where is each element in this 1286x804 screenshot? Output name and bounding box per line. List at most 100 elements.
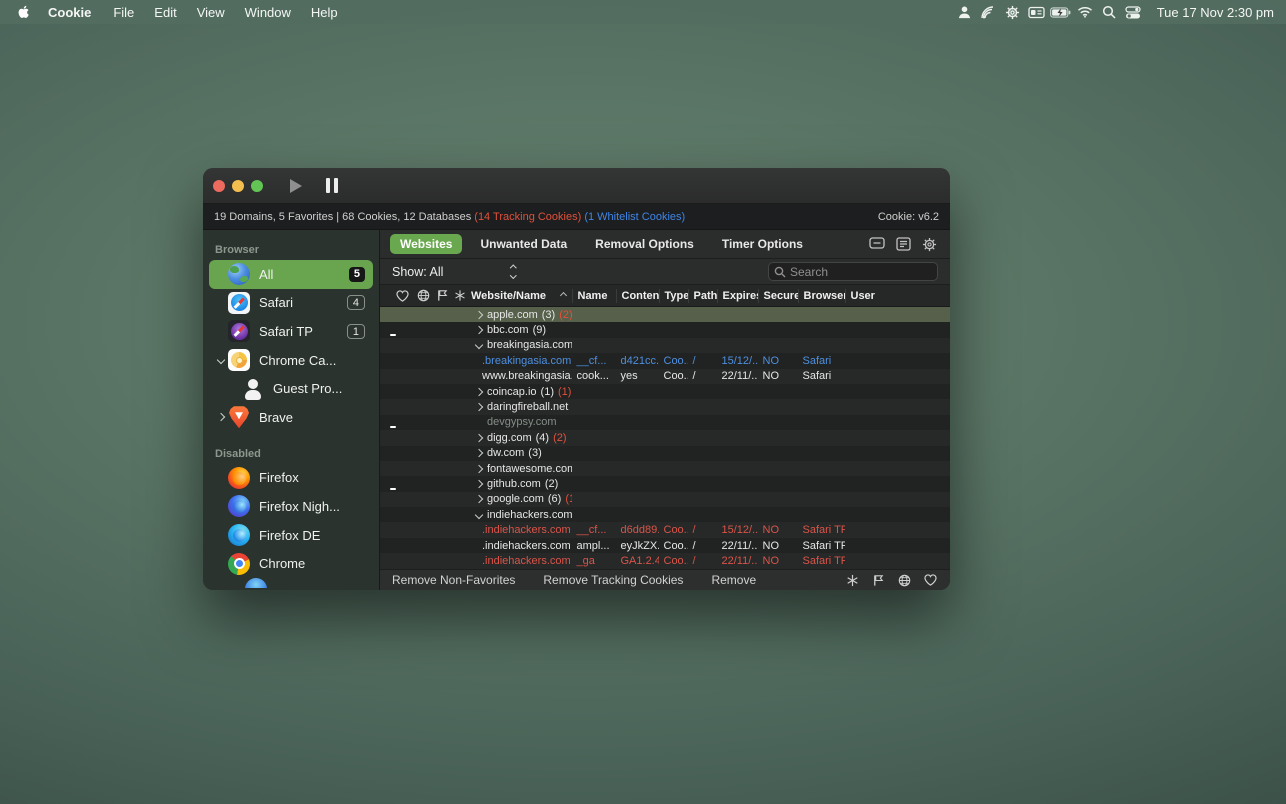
- column-header-path[interactable]: Path: [688, 289, 717, 303]
- show-filter-label[interactable]: Show: All: [392, 265, 443, 279]
- gear-icon[interactable]: [918, 235, 940, 253]
- domain-row-fontawesome-com[interactable]: fontawesome.com(1): [380, 461, 950, 476]
- control-center-icon[interactable]: [1121, 3, 1145, 21]
- chevron-right-icon[interactable]: [215, 414, 227, 420]
- domain-row-breakingasia-com[interactable]: breakingasia.com(2)(1): [380, 338, 950, 353]
- sidebar-item-safari[interactable]: Safari4: [209, 289, 373, 318]
- remove-non-favorites-button[interactable]: Remove Non-Favorites: [392, 573, 515, 587]
- show-filter-stepper[interactable]: [511, 266, 516, 277]
- snowflake-icon[interactable]: [844, 572, 860, 588]
- heart-icon[interactable]: [922, 572, 938, 588]
- sidebar-item-safari-tp[interactable]: Safari TP1: [209, 317, 373, 346]
- website-name-cell[interactable]: breakingasia.com(2)(1): [466, 339, 572, 351]
- menu-item-file[interactable]: File: [103, 5, 144, 20]
- sidebar-item-guest-pro-[interactable]: Guest Pro...: [209, 374, 373, 403]
- pause-button[interactable]: [326, 178, 338, 193]
- sidebar: BrowserAll5Safari4Safari TP1Chrome Ca...…: [203, 230, 380, 590]
- tab-removal-options[interactable]: Removal Options: [585, 234, 704, 254]
- search-icon[interactable]: [1097, 3, 1121, 21]
- domain-row-dw-com[interactable]: dw.com(3): [380, 446, 950, 461]
- column-header-contents[interactable]: Contents: [616, 289, 659, 303]
- domain-row-digg-com[interactable]: digg.com(4)(2): [380, 430, 950, 445]
- globe-icon[interactable]: [412, 285, 430, 306]
- battery-icon[interactable]: [1049, 3, 1073, 21]
- sidebar-item-label: Guest Pro...: [273, 381, 365, 396]
- flag-icon[interactable]: [430, 285, 449, 306]
- website-name-cell[interactable]: google.com(6)(1): [466, 493, 572, 505]
- domain-row-github-com[interactable]: github.com(2): [380, 476, 950, 491]
- website-name-cell[interactable]: daringfireball.net(1)(1): [466, 401, 572, 413]
- play-button[interactable]: [290, 179, 302, 193]
- sidebar-item-chrome[interactable]: Chrome: [209, 549, 373, 578]
- website-name-cell[interactable]: github.com(2): [466, 478, 572, 490]
- waves-icon[interactable]: [977, 3, 1001, 21]
- menu-item-view[interactable]: View: [187, 5, 235, 20]
- cookie-domain-cell[interactable]: www.breakingasia.com: [466, 370, 572, 382]
- tab-unwanted-data[interactable]: Unwanted Data: [470, 234, 577, 254]
- website-name-cell[interactable]: fontawesome.com(1): [466, 463, 572, 475]
- cookie-row--indiehackers-com[interactable]: .indiehackers.comampl...eyJkZX...Coo.../…: [380, 538, 950, 553]
- menu-item-window[interactable]: Window: [235, 5, 301, 20]
- apple-menu-icon[interactable]: [12, 4, 36, 20]
- message-icon[interactable]: [866, 235, 888, 253]
- column-header-website-name[interactable]: Website/Name: [466, 289, 572, 303]
- sidebar-item-firefox[interactable]: Firefox: [209, 464, 373, 493]
- domain-row-coincap-io[interactable]: coincap.io(1)(1): [380, 384, 950, 399]
- user-icon[interactable]: [953, 3, 977, 21]
- website-name-cell[interactable]: apple.com(3)(2): [466, 309, 572, 321]
- cookie-row--indiehackers-com[interactable]: .indiehackers.com_gaGA1.2.4...Coo.../22/…: [380, 553, 950, 568]
- menu-clock[interactable]: Tue 17 Nov 2:30 pm: [1157, 5, 1274, 20]
- domain-row-bbc-com[interactable]: bbc.com(9): [380, 322, 950, 337]
- column-header-name[interactable]: Name: [572, 289, 616, 303]
- cookie-row--breakingasia-com[interactable]: .breakingasia.com__cf...d421cc...Coo.../…: [380, 353, 950, 368]
- sidebar-item-firefox-de[interactable]: Firefox DE: [209, 521, 373, 550]
- close-window-button[interactable]: [213, 180, 225, 192]
- menu-item-help[interactable]: Help: [301, 5, 348, 20]
- chevron-down-icon[interactable]: [215, 357, 227, 363]
- domain-row-daringfireball-net[interactable]: daringfireball.net(1)(1): [380, 399, 950, 414]
- domain-row-indiehackers-com[interactable]: indiehackers.com(5)(2): [380, 507, 950, 522]
- remove-tracking-cookies-button[interactable]: Remove Tracking Cookies: [543, 573, 683, 587]
- menu-app-name[interactable]: Cookie: [38, 5, 101, 20]
- cookie-row--indiehackers-com[interactable]: .indiehackers.com__cf...d6dd89...Coo.../…: [380, 522, 950, 537]
- flag-icon[interactable]: [870, 572, 886, 588]
- domain-row-google-com[interactable]: google.com(6)(1): [380, 492, 950, 507]
- menu-item-edit[interactable]: Edit: [144, 5, 186, 20]
- wifi-icon[interactable]: [1073, 3, 1097, 21]
- cookie-domain-cell[interactable]: .indiehackers.com: [466, 524, 572, 536]
- cookie-domain-cell[interactable]: .indiehackers.com: [466, 555, 572, 567]
- sidebar-item-chrome-ca-[interactable]: Chrome Ca...: [209, 346, 373, 375]
- column-header-secure[interactable]: Secure: [758, 289, 798, 303]
- heart-icon[interactable]: [388, 285, 412, 306]
- column-header-type[interactable]: Type: [659, 289, 688, 303]
- domain-row-apple-com[interactable]: apple.com(3)(2): [380, 307, 950, 322]
- window-titlebar[interactable]: [203, 168, 950, 204]
- zoom-window-button[interactable]: [251, 180, 263, 192]
- gear-icon[interactable]: [1001, 3, 1025, 21]
- minimize-window-button[interactable]: [232, 180, 244, 192]
- column-header-user[interactable]: User: [845, 289, 951, 303]
- website-name-cell[interactable]: indiehackers.com(5)(2): [466, 509, 572, 521]
- globe-icon[interactable]: [896, 572, 912, 588]
- keyboard-icon[interactable]: [1025, 3, 1049, 21]
- website-name-cell[interactable]: coincap.io(1)(1): [466, 386, 572, 398]
- cookie-domain-cell[interactable]: .breakingasia.com: [466, 355, 572, 367]
- website-name-cell[interactable]: dw.com(3): [466, 447, 572, 459]
- sidebar-item-brave[interactable]: Brave: [209, 403, 373, 432]
- snowflake-icon[interactable]: [449, 285, 466, 306]
- tab-websites[interactable]: Websites: [390, 234, 462, 254]
- sidebar-item-firefox-nigh-[interactable]: Firefox Nigh...: [209, 492, 373, 521]
- website-name-cell[interactable]: devgypsy.com: [466, 416, 572, 428]
- website-name-cell[interactable]: digg.com(4)(2): [466, 432, 572, 444]
- website-name-cell[interactable]: bbc.com(9): [466, 324, 572, 336]
- remove-button[interactable]: Remove: [711, 573, 756, 587]
- cookie-row-www-breakingasia-com[interactable]: www.breakingasia.comcook...yesCoo.../22/…: [380, 369, 950, 384]
- column-header-expires[interactable]: Expires: [717, 289, 758, 303]
- tab-timer-options[interactable]: Timer Options: [712, 234, 813, 254]
- cookie-domain-cell[interactable]: .indiehackers.com: [466, 540, 572, 552]
- domain-row-devgypsy-com[interactable]: devgypsy.com: [380, 415, 950, 430]
- search-input[interactable]: Search: [768, 262, 938, 281]
- column-header-browser[interactable]: Browser: [798, 289, 845, 303]
- list-icon[interactable]: [892, 235, 914, 253]
- sidebar-item-all[interactable]: All5: [209, 260, 373, 289]
